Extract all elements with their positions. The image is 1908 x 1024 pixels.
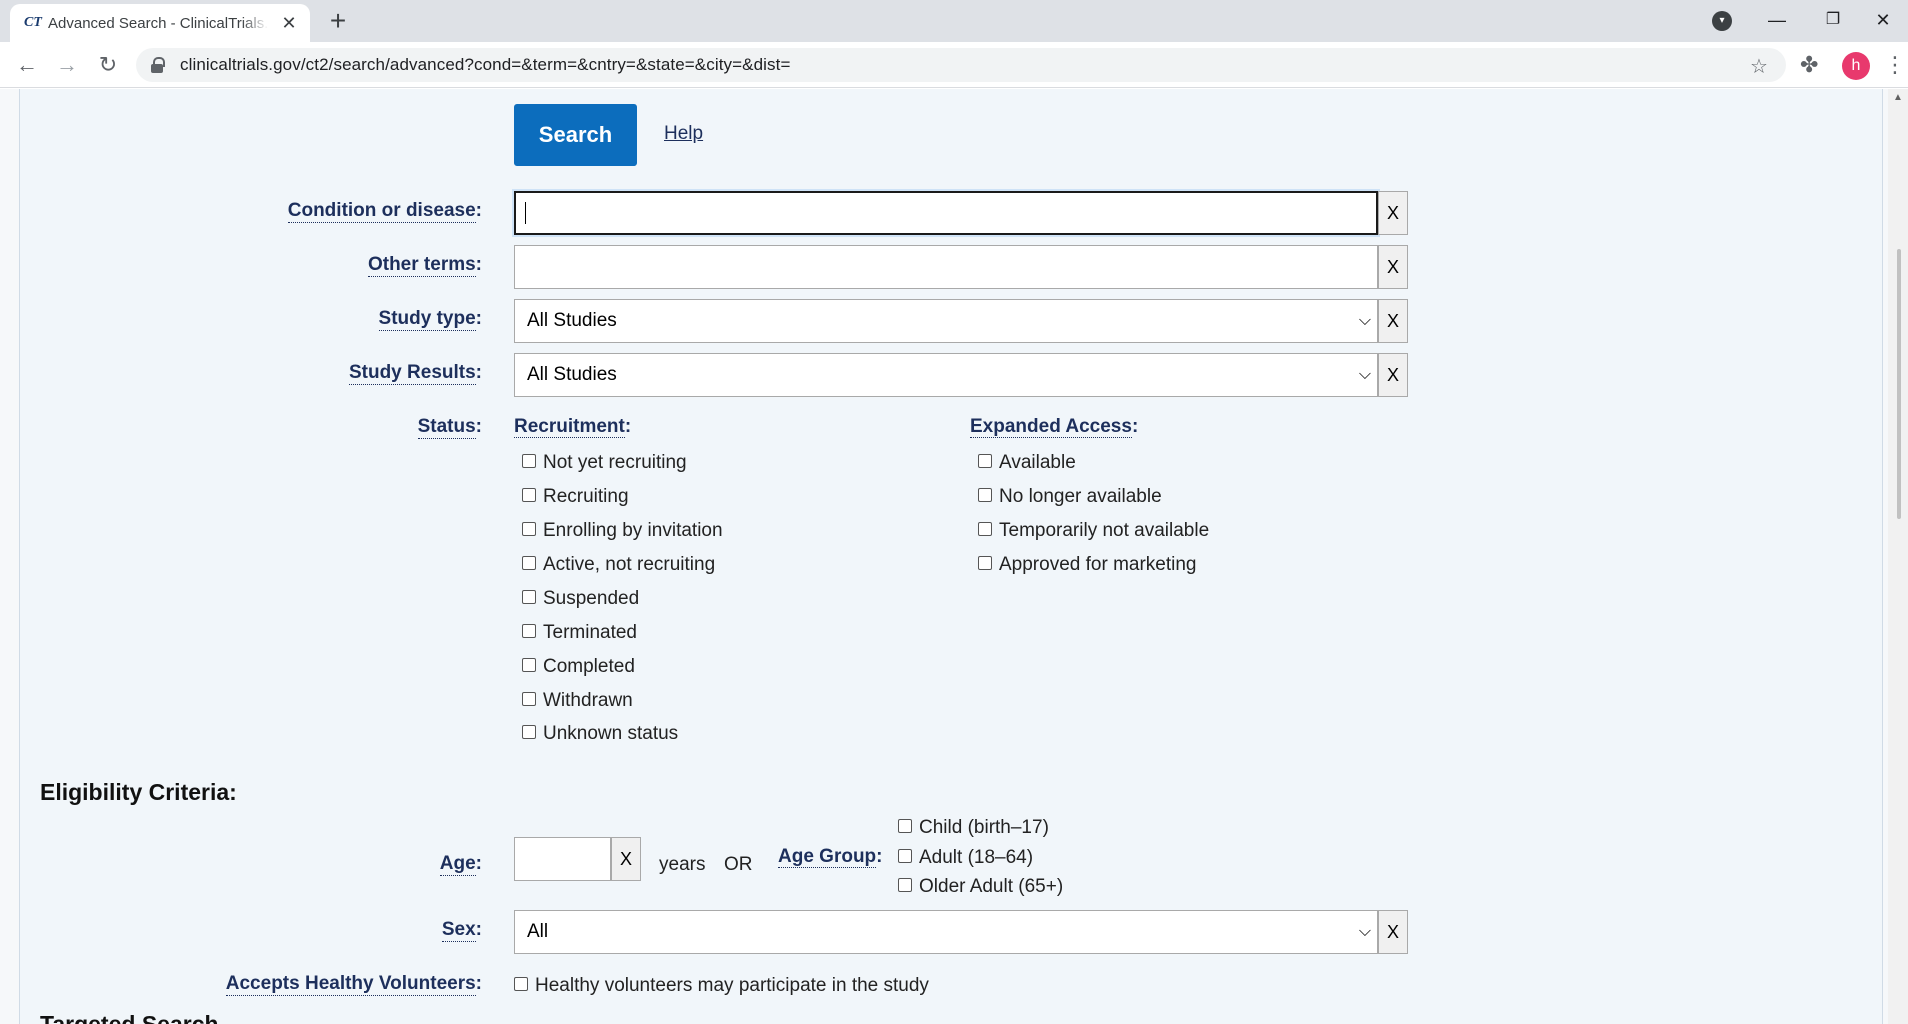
- minimize-icon[interactable]: —: [1752, 0, 1802, 42]
- study-type-label[interactable]: Study type:: [378, 308, 482, 331]
- study-type-select[interactable]: All Studies ⌵: [514, 299, 1378, 343]
- reload-icon[interactable]: ↻: [93, 50, 123, 80]
- browser-tabstrip: CT Advanced Search - ClinicalTrials.gov …: [0, 0, 1908, 42]
- checkbox[interactable]: [978, 488, 992, 502]
- clear-study-results-button[interactable]: X: [1378, 353, 1408, 397]
- recruitment-option[interactable]: Completed: [522, 656, 635, 678]
- forward-arrow-icon[interactable]: →: [52, 50, 82, 80]
- checkbox[interactable]: [522, 725, 536, 739]
- next-section-title-cutoff: Targeted Search: [40, 1013, 260, 1024]
- checkbox[interactable]: [898, 878, 912, 892]
- expanded-access-option[interactable]: Approved for marketing: [978, 554, 1197, 576]
- recruitment-option[interactable]: Terminated: [522, 622, 637, 644]
- url-text[interactable]: clinicaltrials.gov/ct2/search/advanced?c…: [180, 55, 790, 75]
- tab-search-icon[interactable]: ▾: [1712, 11, 1732, 31]
- checkbox[interactable]: [522, 658, 536, 672]
- age-group-option[interactable]: Child (birth–17): [898, 817, 1049, 839]
- chevron-down-icon: ⌵: [1358, 312, 1371, 329]
- clear-other-terms-button[interactable]: X: [1378, 245, 1408, 289]
- recruitment-option[interactable]: Unknown status: [522, 723, 678, 745]
- recruitment-option[interactable]: Active, not recruiting: [522, 554, 715, 576]
- page-scrollbar[interactable]: ▲: [1888, 89, 1908, 1024]
- study-results-label[interactable]: Study Results:: [348, 362, 482, 385]
- recruitment-option[interactable]: Withdrawn: [522, 690, 633, 712]
- recruitment-option[interactable]: Suspended: [522, 588, 639, 610]
- checkbox[interactable]: [522, 454, 536, 468]
- recruitment-option[interactable]: Recruiting: [522, 486, 629, 508]
- age-group-label[interactable]: Age Group:: [778, 846, 883, 868]
- age-group-option[interactable]: Older Adult (65+): [898, 876, 1063, 898]
- scroll-up-arrow-icon[interactable]: ▲: [1888, 89, 1908, 107]
- years-text: years: [659, 854, 706, 875]
- condition-input[interactable]: [512, 189, 1380, 237]
- help-link[interactable]: Help: [664, 123, 703, 145]
- extensions-puzzle-icon[interactable]: ✤: [1800, 52, 1818, 78]
- age-input[interactable]: [514, 837, 611, 881]
- tab-close-icon[interactable]: ✕: [278, 13, 300, 34]
- window-close-icon[interactable]: ✕: [1858, 0, 1908, 42]
- checkbox[interactable]: [978, 454, 992, 468]
- condition-label[interactable]: Condition or disease:: [287, 200, 482, 223]
- recruitment-option[interactable]: Enrolling by invitation: [522, 520, 723, 542]
- lock-icon[interactable]: [150, 57, 165, 73]
- chevron-down-icon: ⌵: [1358, 366, 1371, 383]
- back-arrow-icon[interactable]: ←: [12, 50, 42, 80]
- checkbox[interactable]: [898, 819, 912, 833]
- recruitment-label[interactable]: Recruitment:: [514, 416, 631, 438]
- sex-label[interactable]: Sex:: [441, 919, 482, 942]
- checkbox[interactable]: [514, 977, 528, 991]
- clear-study-type-button[interactable]: X: [1378, 299, 1408, 343]
- page-viewport: Search Help Condition or disease: X Othe…: [0, 89, 1908, 1024]
- other-terms-input[interactable]: [514, 245, 1378, 289]
- expanded-access-label[interactable]: Expanded Access:: [970, 416, 1138, 438]
- age-group-option[interactable]: Adult (18–64): [898, 847, 1033, 869]
- checkbox[interactable]: [522, 488, 536, 502]
- text-caret: [525, 202, 526, 224]
- or-text: OR: [724, 854, 753, 875]
- healthy-volunteers-option[interactable]: Healthy volunteers may participate in th…: [514, 975, 929, 997]
- browser-menu-icon[interactable]: ⋮: [1884, 50, 1906, 80]
- advanced-search-form: Search Help Condition or disease: X Othe…: [19, 89, 1883, 1024]
- clear-sex-button[interactable]: X: [1378, 910, 1408, 954]
- browser-tab-active[interactable]: CT Advanced Search - ClinicalTrials.gov …: [10, 4, 310, 42]
- recruitment-option[interactable]: Not yet recruiting: [522, 452, 687, 474]
- restore-icon[interactable]: ❐: [1808, 0, 1858, 42]
- expanded-access-option[interactable]: Temporarily not available: [978, 520, 1209, 542]
- search-button[interactable]: Search: [514, 104, 637, 166]
- checkbox[interactable]: [522, 590, 536, 604]
- status-label[interactable]: Status:: [417, 416, 482, 439]
- tab-title: Advanced Search - ClinicalTrials.gov: [48, 14, 268, 32]
- clinicaltrials-favicon-icon: CT: [24, 15, 42, 30]
- expanded-access-option[interactable]: No longer available: [978, 486, 1162, 508]
- eligibility-section-title: Eligibility Criteria:: [40, 779, 237, 805]
- checkbox[interactable]: [522, 624, 536, 638]
- checkbox[interactable]: [978, 556, 992, 570]
- other-terms-label[interactable]: Other terms:: [367, 254, 482, 277]
- checkbox[interactable]: [522, 692, 536, 706]
- checkbox[interactable]: [522, 556, 536, 570]
- study-results-select[interactable]: All Studies ⌵: [514, 353, 1378, 397]
- healthy-volunteers-label[interactable]: Accepts Healthy Volunteers:: [225, 973, 482, 996]
- profile-avatar[interactable]: h: [1842, 52, 1870, 80]
- sex-select[interactable]: All ⌵: [514, 910, 1378, 954]
- expanded-access-option[interactable]: Available: [978, 452, 1076, 474]
- bookmark-star-icon[interactable]: ☆: [1750, 54, 1768, 79]
- browser-toolbar: ← → ↻ clinicaltrials.gov/ct2/search/adva…: [0, 42, 1908, 88]
- age-label[interactable]: Age:: [439, 853, 482, 876]
- clear-age-button[interactable]: X: [611, 837, 641, 881]
- checkbox[interactable]: [898, 849, 912, 863]
- new-tab-icon[interactable]: +: [324, 6, 352, 36]
- checkbox[interactable]: [978, 522, 992, 536]
- chevron-down-icon: ⌵: [1358, 923, 1371, 940]
- scrollbar-thumb[interactable]: [1897, 249, 1901, 519]
- clear-condition-button[interactable]: X: [1378, 191, 1408, 235]
- checkbox[interactable]: [522, 522, 536, 536]
- address-bar[interactable]: clinicaltrials.gov/ct2/search/advanced?c…: [136, 48, 1786, 82]
